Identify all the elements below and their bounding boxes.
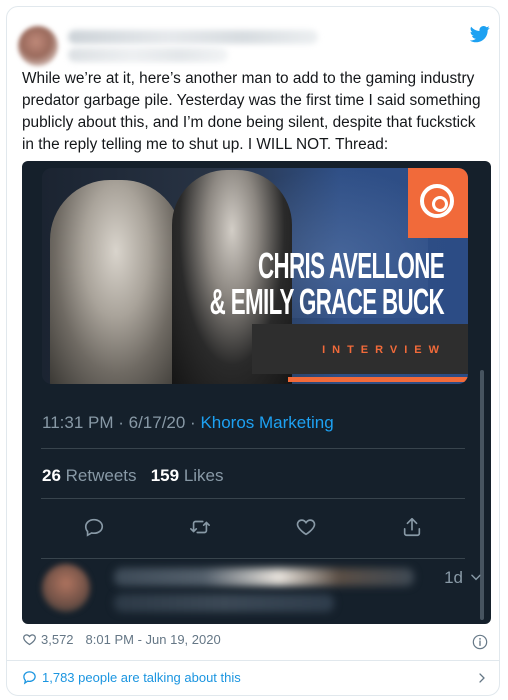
- embed-scrollbar[interactable]: [480, 370, 484, 620]
- reply-icon: [84, 518, 104, 537]
- talking-text[interactable]: 1,783 people are talking about this: [42, 670, 241, 685]
- likes-count[interactable]: 159: [151, 466, 179, 485]
- speech-bubble-icon: [23, 671, 36, 685]
- meta-divider: [41, 448, 465, 449]
- likes-label[interactable]: Likes: [184, 466, 224, 485]
- reply-button[interactable]: [79, 512, 109, 542]
- share-button[interactable]: [397, 512, 427, 542]
- tweet-likes-count[interactable]: 3,572: [41, 632, 74, 647]
- like-button[interactable]: [291, 512, 321, 542]
- embedded-tweet-actions: [41, 512, 465, 542]
- khoros-logo: [408, 168, 468, 238]
- khoros-logo-icon: [420, 184, 454, 218]
- media-tag: INTERVIEW: [322, 344, 446, 356]
- retweet-icon: [190, 520, 210, 534]
- reply-time: 1d: [444, 568, 463, 587]
- tweet-footer: 3,572 8:01 PM - Jun 19, 2020: [22, 632, 221, 647]
- talking-link[interactable]: 1,783 people are talking about this: [22, 670, 241, 685]
- author-name-blurred[interactable]: [68, 30, 318, 44]
- media-photo-woman: [50, 180, 182, 384]
- reply-name-blurred: [114, 568, 414, 586]
- retweets-label[interactable]: Retweets: [66, 466, 137, 485]
- media-title-line2: & EMILY GRACE BUCK: [209, 281, 445, 322]
- footer-divider: [6, 660, 500, 661]
- media-title-line1: CHRIS AVELLONE: [257, 245, 445, 286]
- info-icon[interactable]: [472, 634, 488, 650]
- reply-avatar-blurred: [42, 564, 90, 612]
- share-icon: [403, 517, 421, 537]
- chevron-right-icon[interactable]: [476, 671, 488, 685]
- heart-icon[interactable]: [22, 632, 37, 647]
- media-title: CHRIS AVELLONE & EMILY GRACE BUCK: [209, 245, 445, 322]
- embedded-tweet-time: 11:31 PM · 6/17/20 ·: [42, 413, 201, 432]
- embedded-tweet-meta: 11:31 PM · 6/17/20 · Khoros Marketing: [42, 413, 334, 433]
- embedded-media-image[interactable]: CHRIS AVELLONE & EMILY GRACE BUCK INTERV…: [42, 168, 468, 384]
- heart-icon: [296, 519, 316, 536]
- retweets-count[interactable]: 26: [42, 466, 61, 485]
- reply-tweet-preview[interactable]: 1d: [22, 558, 491, 620]
- tweet-text: While we’re at it, here’s another man to…: [22, 70, 481, 153]
- retweet-button[interactable]: [185, 512, 215, 542]
- twitter-bird-icon[interactable]: [470, 24, 490, 44]
- media-underline: [288, 377, 468, 382]
- author-avatar[interactable]: [18, 26, 58, 66]
- author-handle-blurred: [68, 48, 228, 62]
- reply-text-blurred: [114, 594, 334, 612]
- embedded-tweet-source[interactable]: Khoros Marketing: [200, 413, 333, 432]
- tweet-header: [0, 0, 508, 68]
- embedded-tweet-stats: 26 Retweets 159 Likes: [42, 466, 224, 486]
- stats-divider: [41, 498, 465, 499]
- tweet-timestamp[interactable]: 8:01 PM - Jun 19, 2020: [86, 632, 221, 647]
